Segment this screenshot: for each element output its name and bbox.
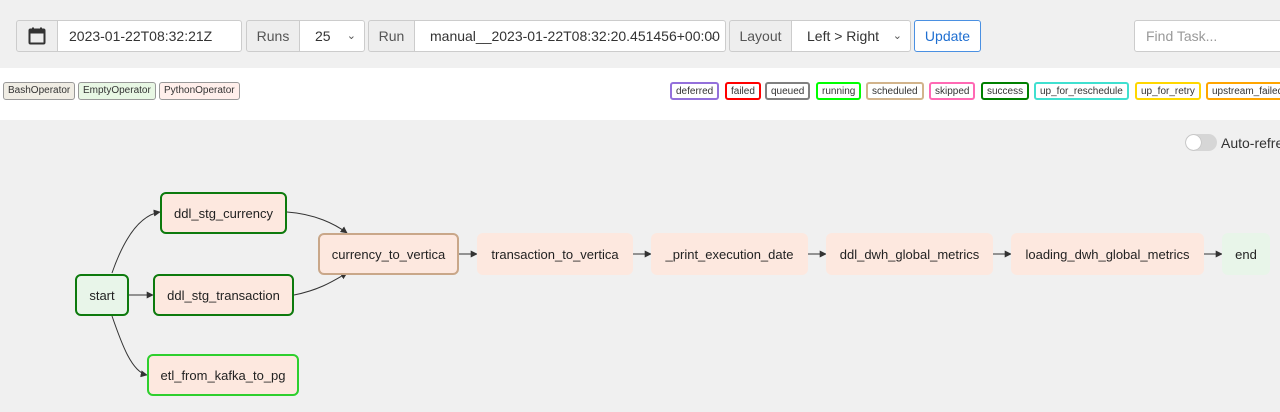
state-tag-running[interactable]: running bbox=[816, 82, 862, 100]
state-tag-up-for-retry[interactable]: up_for_retry bbox=[1135, 82, 1201, 100]
task-node-end[interactable]: end bbox=[1222, 233, 1270, 275]
graph-toolbar: 2023-01-22T08:32:21Z Runs 25 ⌄ Run manua… bbox=[0, 0, 1280, 68]
chevron-down-icon: ⌄ bbox=[707, 30, 717, 42]
state-tag-queued[interactable]: queued bbox=[765, 82, 811, 100]
task-node-ddl-stg-transaction[interactable]: ddl_stg_transaction bbox=[153, 274, 294, 316]
legend-row: BashOperator EmptyOperator PythonOperato… bbox=[0, 68, 1280, 120]
state-tag-failed[interactable]: failed bbox=[725, 82, 761, 100]
run-select[interactable]: manual__2023-01-22T08:32:20.451456+00:00… bbox=[414, 20, 726, 52]
update-button[interactable]: Update bbox=[914, 20, 981, 52]
runs-select[interactable]: 25 ⌄ bbox=[299, 20, 365, 52]
chevron-down-icon: ⌄ bbox=[346, 30, 356, 42]
task-node-loading-dwh-global-metrics[interactable]: loading_dwh_global_metrics bbox=[1011, 233, 1204, 275]
run-label: Run bbox=[368, 20, 415, 52]
state-tag-skipped[interactable]: skipped bbox=[929, 82, 976, 100]
state-tag-scheduled[interactable]: scheduled bbox=[866, 82, 924, 100]
runs-label: Runs bbox=[246, 20, 300, 52]
operator-tag-empty[interactable]: EmptyOperator bbox=[78, 82, 156, 100]
state-tag-upstream-failed[interactable]: upstream_failed bbox=[1206, 82, 1280, 100]
layout-value: Left > Right bbox=[807, 28, 879, 44]
base-date-value: 2023-01-22T08:32:21Z bbox=[69, 28, 213, 44]
task-node-start[interactable]: start bbox=[75, 274, 129, 316]
state-tag-deferred[interactable]: deferred bbox=[670, 82, 720, 100]
task-node-etl-from-kafka-to-pg[interactable]: etl_from_kafka_to_pg bbox=[147, 354, 299, 396]
edge bbox=[111, 209, 161, 274]
task-node-ddl-stg-currency[interactable]: ddl_stg_currency bbox=[160, 192, 287, 234]
state-tag-up-for-reschedule[interactable]: up_for_reschedule bbox=[1034, 82, 1129, 100]
operator-tag-bash[interactable]: BashOperator bbox=[3, 82, 76, 100]
edge bbox=[293, 272, 348, 296]
operator-tag-python[interactable]: PythonOperator bbox=[159, 82, 240, 100]
task-node-currency-to-vertica[interactable]: currency_to_vertica bbox=[318, 233, 459, 275]
layout-select[interactable]: Left > Right ⌄ bbox=[791, 20, 911, 52]
chevron-down-icon: ⌄ bbox=[892, 30, 902, 42]
find-task-input[interactable] bbox=[1134, 20, 1280, 52]
calendar-icon bbox=[28, 27, 46, 45]
task-node-print-execution-date[interactable]: _print_execution_date bbox=[651, 233, 808, 275]
state-tag-success[interactable]: success bbox=[981, 82, 1030, 100]
calendar-button[interactable] bbox=[16, 20, 58, 52]
run-value: manual__2023-01-22T08:32:20.451456+00:00 bbox=[430, 28, 720, 44]
task-node-transaction-to-vertica[interactable]: transaction_to_vertica bbox=[477, 233, 633, 275]
edge bbox=[286, 211, 348, 234]
task-node-ddl-dwh-global-metrics[interactable]: ddl_dwh_global_metrics bbox=[826, 233, 993, 275]
dag-graph[interactable]: Auto-refresh start ddl_stg_currency ddl_… bbox=[0, 120, 1280, 412]
base-date-input[interactable]: 2023-01-22T08:32:21Z bbox=[57, 20, 242, 52]
layout-label: Layout bbox=[729, 20, 792, 52]
edge bbox=[111, 315, 148, 378]
runs-value: 25 bbox=[315, 28, 331, 44]
